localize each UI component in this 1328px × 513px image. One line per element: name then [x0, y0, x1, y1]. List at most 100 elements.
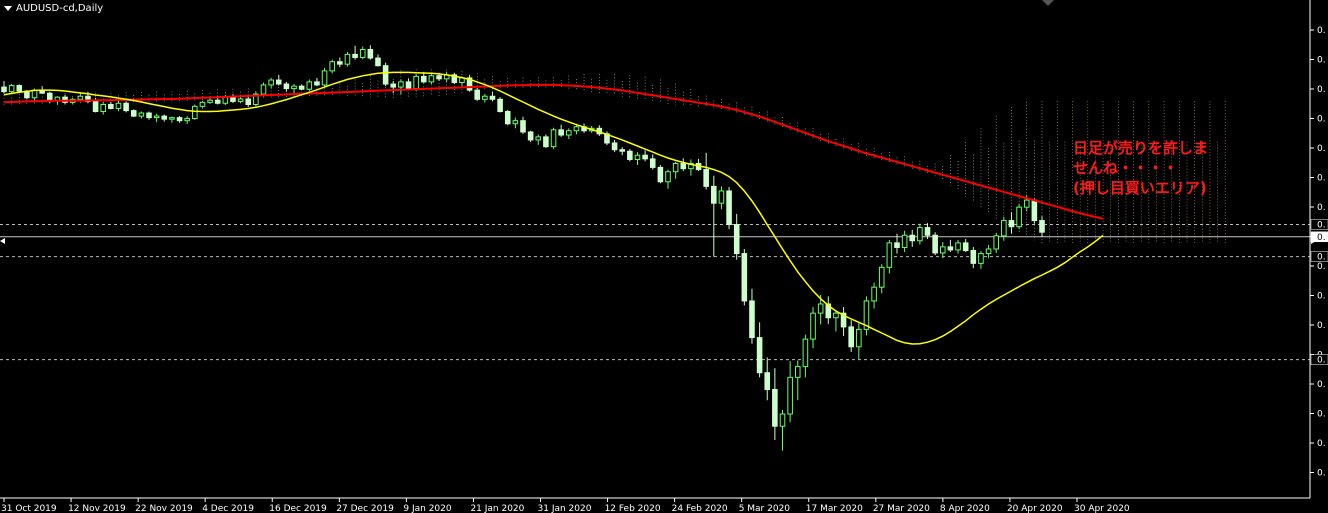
candle-body — [932, 234, 938, 254]
candle-body — [718, 190, 725, 204]
candle-body — [665, 171, 671, 183]
x-tick-label: 24 Feb 2020 — [672, 504, 728, 513]
candle-body — [237, 98, 244, 102]
x-tick-label: 27 Dec 2019 — [336, 504, 394, 513]
candle-body — [726, 190, 732, 226]
candle-body — [199, 101, 206, 107]
y-tick-label: 0. — [1317, 26, 1326, 36]
candle-body — [268, 79, 274, 86]
price-label: 0. — [1317, 233, 1326, 243]
candle-body — [672, 162, 679, 173]
candle-body — [413, 75, 419, 90]
candle-body — [558, 129, 564, 136]
candle-body — [680, 162, 687, 170]
candle-body — [810, 312, 816, 340]
candle-body — [779, 413, 786, 427]
y-tick-label: 0. — [1317, 56, 1326, 66]
candle-body — [1, 86, 7, 93]
candle-body — [764, 372, 771, 391]
candle-body — [283, 83, 290, 90]
candle-body — [619, 149, 626, 152]
candle-body — [169, 117, 175, 120]
candle-body — [978, 253, 984, 264]
x-tick-label: 16 Dec 2019 — [269, 504, 327, 513]
candle-body — [794, 366, 801, 378]
candle-body — [1008, 220, 1015, 228]
y-tick-label: 0. — [1317, 410, 1326, 420]
candle-body — [482, 95, 488, 100]
y-tick-label: 0. — [1317, 85, 1326, 95]
candle-body — [878, 266, 885, 288]
candle-body — [970, 250, 977, 264]
y-tick-label: 0. — [1317, 144, 1326, 154]
candle-body — [382, 65, 389, 85]
y-tick-label: 0. — [1317, 174, 1326, 184]
y-tick-label: 0. — [1317, 115, 1326, 125]
candle-body — [344, 53, 351, 65]
candle-body — [474, 89, 480, 100]
candle-body — [245, 98, 252, 105]
x-tick-label: 12 Feb 2020 — [605, 504, 661, 513]
candle-body — [314, 81, 320, 86]
candle-body — [772, 389, 778, 427]
x-tick-label: 30 Apr 2020 — [1074, 504, 1130, 513]
candle-body — [8, 85, 15, 93]
candle-body — [642, 154, 648, 160]
candle-body — [275, 79, 282, 85]
symbol-title[interactable]: AUDUSD-cd,Daily — [4, 3, 103, 14]
x-tick-label: 20 Apr 2020 — [1007, 504, 1063, 513]
candle-body — [833, 312, 839, 319]
candle-body — [1016, 206, 1022, 228]
candle-body — [1039, 220, 1045, 233]
candle-body — [420, 75, 427, 83]
y-tick-label: 0. — [1317, 380, 1326, 390]
candle-body — [535, 136, 542, 141]
y-tick-label: 0. — [1317, 262, 1326, 272]
candle-body — [329, 61, 335, 72]
candle-body — [512, 120, 519, 125]
candle-body — [573, 126, 580, 132]
candle-body — [375, 57, 381, 67]
candle-body — [359, 48, 366, 58]
annotation-text: 日足が売りを許しま せんね・・・・ (押し目買いエリア) — [1073, 138, 1208, 198]
candle-body — [993, 235, 999, 250]
candle-body — [741, 253, 748, 302]
annotation-line-3: (押し目買いエリア) — [1073, 179, 1207, 197]
candle-body — [749, 300, 755, 339]
candle-body — [337, 61, 343, 65]
candle-body — [962, 242, 969, 252]
candle-body — [497, 98, 503, 113]
candle-body — [527, 131, 534, 141]
candle-body — [100, 103, 107, 113]
candle-body — [901, 234, 908, 248]
candle-body — [390, 83, 397, 88]
candle-body — [489, 95, 496, 100]
y-tick-label: 0. — [1317, 203, 1326, 213]
candle-body — [550, 129, 557, 148]
y-tick-label: 0. — [1317, 292, 1326, 302]
candle-body — [367, 48, 374, 59]
candle-body — [92, 100, 99, 113]
x-tick-label: 12 Nov 2019 — [68, 504, 126, 513]
price-label: 0. — [1317, 253, 1326, 263]
price-label: 0. — [1317, 356, 1326, 366]
candle-body — [627, 150, 633, 160]
candle-body — [352, 53, 358, 58]
candle-body — [298, 85, 305, 90]
x-tick-label: 8 Apr 2020 — [940, 504, 990, 513]
candle-body — [634, 154, 641, 160]
x-tick-label: 17 Mar 2020 — [806, 504, 863, 513]
candle-body — [230, 96, 236, 102]
candle-body — [146, 112, 152, 119]
candle-body — [47, 92, 53, 102]
candle-body — [917, 227, 923, 242]
candle-body — [405, 81, 412, 90]
candle-body — [222, 96, 229, 104]
candle-body — [543, 136, 549, 148]
candle-body — [955, 242, 961, 251]
candle-body — [176, 117, 183, 122]
candle-body — [985, 248, 992, 255]
candle-body — [649, 158, 656, 168]
candle-body — [161, 115, 168, 120]
candle-body — [566, 130, 572, 136]
